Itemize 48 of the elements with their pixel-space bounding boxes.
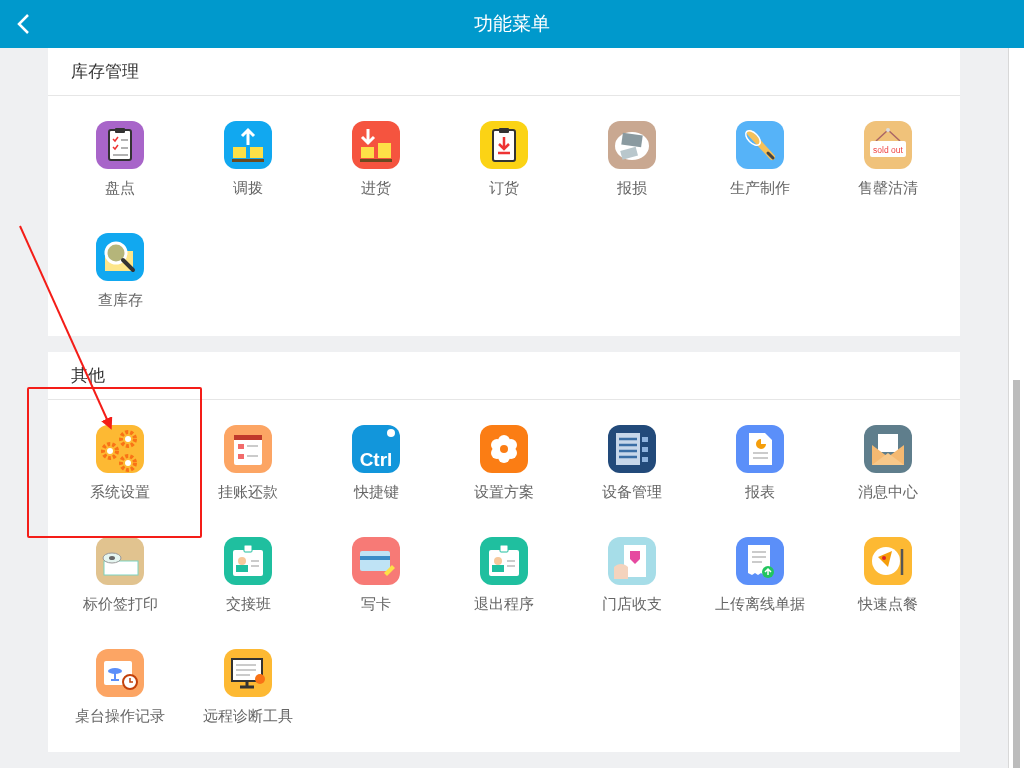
flower-gear-icon[interactable] (480, 425, 528, 473)
id-badge-icon[interactable] (480, 537, 528, 585)
server-rack-icon[interactable] (608, 425, 656, 473)
scrollbar-thumb[interactable] (1013, 380, 1020, 768)
menu-label[interactable]: 订货 (489, 178, 519, 198)
id-badge-icon[interactable] (224, 537, 272, 585)
gears-icon[interactable] (96, 425, 144, 473)
menu-label[interactable]: 进货 (361, 178, 391, 198)
menu-label[interactable]: 报表 (745, 482, 775, 502)
menu-label[interactable]: 生产制作 (730, 178, 790, 198)
menu-label[interactable]: 调拨 (233, 178, 263, 198)
menu-label[interactable]: 桌台操作记录 (75, 706, 165, 726)
menu-label[interactable]: 写卡 (361, 594, 391, 614)
receipt-cloud-icon[interactable] (736, 537, 784, 585)
page-title: 功能菜单 (474, 11, 550, 36)
menu-label[interactable]: 快速点餐 (858, 594, 918, 614)
calendar-icon[interactable] (224, 425, 272, 473)
menu-label[interactable]: 消息中心 (858, 482, 918, 502)
document-chart-icon[interactable] (736, 425, 784, 473)
hanging-sign-icon[interactable]: sold out (864, 121, 912, 169)
menu-label[interactable]: 设置方案 (474, 482, 534, 502)
menu-label[interactable]: 门店收支 (602, 594, 662, 614)
menu-label[interactable]: 远程诊断工具 (203, 706, 293, 726)
magnifier-icon[interactable] (96, 233, 144, 281)
menu-label[interactable]: 标价签打印 (82, 594, 158, 614)
menu-label[interactable]: 售罄沽清 (858, 178, 918, 198)
monitor-icon[interactable] (224, 649, 272, 697)
menu-label[interactable]: 报损 (617, 178, 647, 198)
menu-label[interactable]: 挂账还款 (218, 482, 278, 502)
menu-label[interactable]: 交接班 (225, 594, 271, 614)
menu-label[interactable]: 盘点 (105, 178, 135, 198)
table-clock-icon[interactable] (96, 649, 144, 697)
menu-label[interactable]: 设备管理 (602, 482, 662, 502)
menu-label[interactable]: 上传离线单据 (715, 594, 805, 614)
back-icon[interactable] (16, 13, 32, 35)
envelope-icon[interactable] (864, 425, 912, 473)
label-roll-icon[interactable] (96, 537, 144, 585)
clipboard-icon[interactable] (96, 121, 144, 169)
section-title: 其他 (71, 364, 105, 387)
menu-label[interactable]: 查库存 (97, 290, 143, 310)
menu-label[interactable]: 系统设置 (90, 482, 150, 502)
card-pencil-icon[interactable] (352, 537, 400, 585)
hand-receipt-icon[interactable] (608, 537, 656, 585)
section-title: 库存管理 (71, 60, 139, 83)
menu-label[interactable]: 快捷键 (353, 482, 399, 502)
keyboard-key-icon[interactable]: Ctrl (352, 425, 400, 473)
clipboard-download-icon[interactable] (480, 121, 528, 169)
menu-label[interactable]: 退出程序 (474, 594, 534, 614)
